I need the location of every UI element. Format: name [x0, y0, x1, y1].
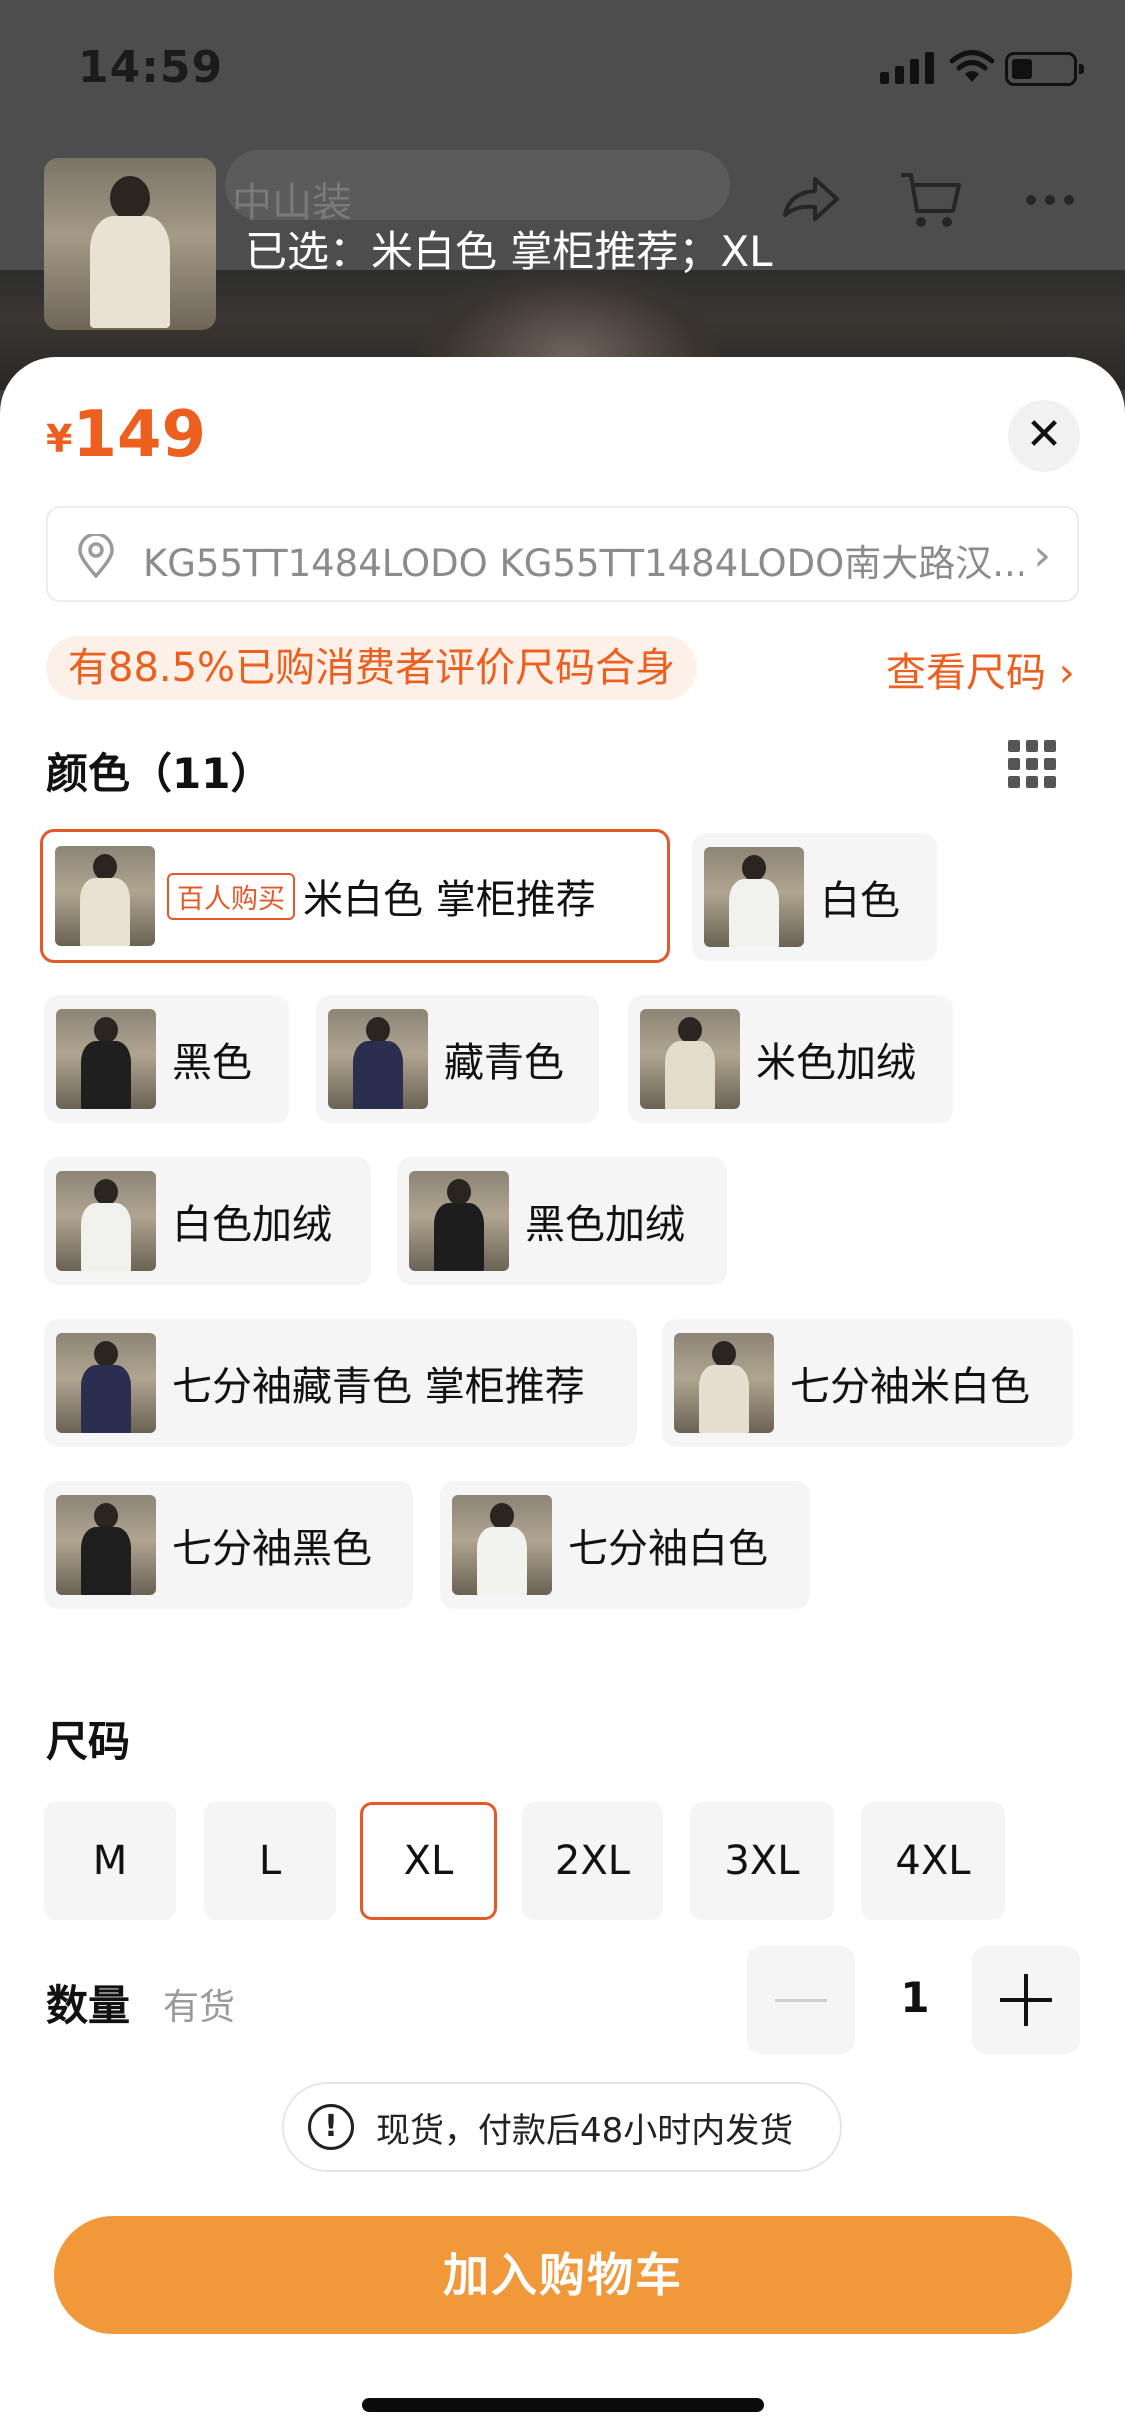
color-option[interactable]: 七分袖藏青色 掌柜推荐: [44, 1319, 637, 1447]
status-time: 14:59: [78, 42, 224, 93]
stock-status: 有货: [163, 1987, 236, 2028]
color-option[interactable]: 黑色加绒: [397, 1157, 727, 1285]
color-option-label: 黑色: [172, 1040, 252, 1086]
cellular-signal-icon: [880, 52, 934, 84]
shipping-notice: ! 现货，付款后48小时内发货: [282, 2082, 842, 2172]
size-option[interactable]: L: [204, 1802, 336, 1920]
color-option[interactable]: 七分袖米白色: [662, 1319, 1073, 1447]
size-option[interactable]: 4XL: [861, 1802, 1005, 1920]
location-pin-icon: [78, 534, 114, 578]
popular-tag: 百人购买: [167, 872, 295, 920]
close-button[interactable]: ✕: [1008, 400, 1080, 472]
color-option-thumbnail: [409, 1171, 509, 1271]
selected-product-thumbnail: [44, 158, 216, 330]
color-option-label: 七分袖白色: [568, 1526, 768, 1572]
color-option-thumbnail: [56, 1495, 156, 1595]
battery-icon: [1005, 52, 1084, 86]
color-option[interactable]: 七分袖白色: [440, 1481, 810, 1609]
size-option[interactable]: 2XL: [522, 1802, 663, 1920]
quantity-minus-button[interactable]: [747, 1946, 855, 2054]
color-option-label: 藏青色: [444, 1040, 564, 1086]
color-option-label: 七分袖黑色: [172, 1526, 372, 1572]
color-option[interactable]: 七分袖黑色: [44, 1481, 413, 1609]
size-option[interactable]: XL: [360, 1802, 497, 1920]
color-option-thumbnail: [328, 1009, 428, 1109]
status-bar: 14:59: [0, 0, 1125, 140]
color-option-thumbnail: [56, 1171, 156, 1271]
color-option[interactable]: 白色加绒: [44, 1157, 371, 1285]
color-option-label: 米白色 掌柜推荐: [303, 877, 596, 923]
size-section-title: 尺码: [46, 1717, 131, 1766]
cart-icon[interactable]: [895, 165, 965, 235]
delivery-address-row[interactable]: KG55TT1484LODO KG55TT1484LODO南大路汉... ›: [46, 506, 1079, 602]
home-indicator[interactable]: [362, 2398, 764, 2412]
share-icon[interactable]: [775, 165, 845, 235]
info-icon: !: [308, 2104, 354, 2150]
size-option[interactable]: 3XL: [690, 1802, 834, 1920]
color-option-label: 米色加绒: [756, 1040, 916, 1086]
add-to-cart-button[interactable]: 加入购物车: [54, 2216, 1072, 2334]
color-option[interactable]: 藏青色: [316, 995, 599, 1123]
color-option-thumbnail: [56, 1009, 156, 1109]
color-option-thumbnail: [56, 1333, 156, 1433]
color-option-label: 黑色加绒: [525, 1202, 685, 1248]
close-icon: ✕: [1025, 409, 1063, 460]
color-option[interactable]: 百人购买 米白色 掌柜推荐: [40, 829, 670, 963]
price: ¥149: [46, 398, 206, 472]
wifi-icon: [950, 50, 994, 82]
size-chart-link[interactable]: 查看尺码 ›: [886, 640, 1075, 698]
color-option-label: 七分袖米白色: [790, 1364, 1030, 1410]
quantity-value[interactable]: 1: [880, 1973, 950, 2022]
size-fit-rating: 有88.5%已购消费者评价尺码合身: [46, 636, 698, 700]
chevron-right-icon: ›: [1033, 530, 1051, 581]
color-option-thumbnail: [640, 1009, 740, 1109]
color-option-thumbnail: [704, 847, 804, 947]
quantity-label: 数量: [46, 1981, 131, 2030]
quantity-plus-button[interactable]: [972, 1946, 1080, 2054]
delivery-address: KG55TT1484LODO KG55TT1484LODO南大路汉...: [143, 542, 1023, 585]
size-option[interactable]: M: [44, 1802, 176, 1920]
color-option[interactable]: 黑色: [44, 995, 289, 1123]
selected-variant-text: 已选：米白色 掌柜推荐；XL: [245, 227, 773, 276]
color-option-label: 白色: [820, 878, 900, 924]
color-option-thumbnail: [55, 846, 155, 946]
shipping-notice-text: 现货，付款后48小时内发货: [376, 2110, 794, 2151]
color-option-thumbnail: [452, 1495, 552, 1595]
color-section-title: 颜色（11）: [46, 749, 273, 798]
color-option-thumbnail: [674, 1333, 774, 1433]
color-option-label: 白色加绒: [172, 1202, 332, 1248]
price-value: 149: [72, 398, 207, 472]
color-option[interactable]: 米色加绒: [628, 995, 953, 1123]
currency-symbol: ¥: [46, 417, 73, 461]
grid-view-icon[interactable]: [1008, 740, 1056, 788]
more-icon[interactable]: [1015, 165, 1085, 235]
color-option-label: 七分袖藏青色 掌柜推荐: [172, 1364, 585, 1410]
color-option[interactable]: 白色: [692, 833, 937, 961]
